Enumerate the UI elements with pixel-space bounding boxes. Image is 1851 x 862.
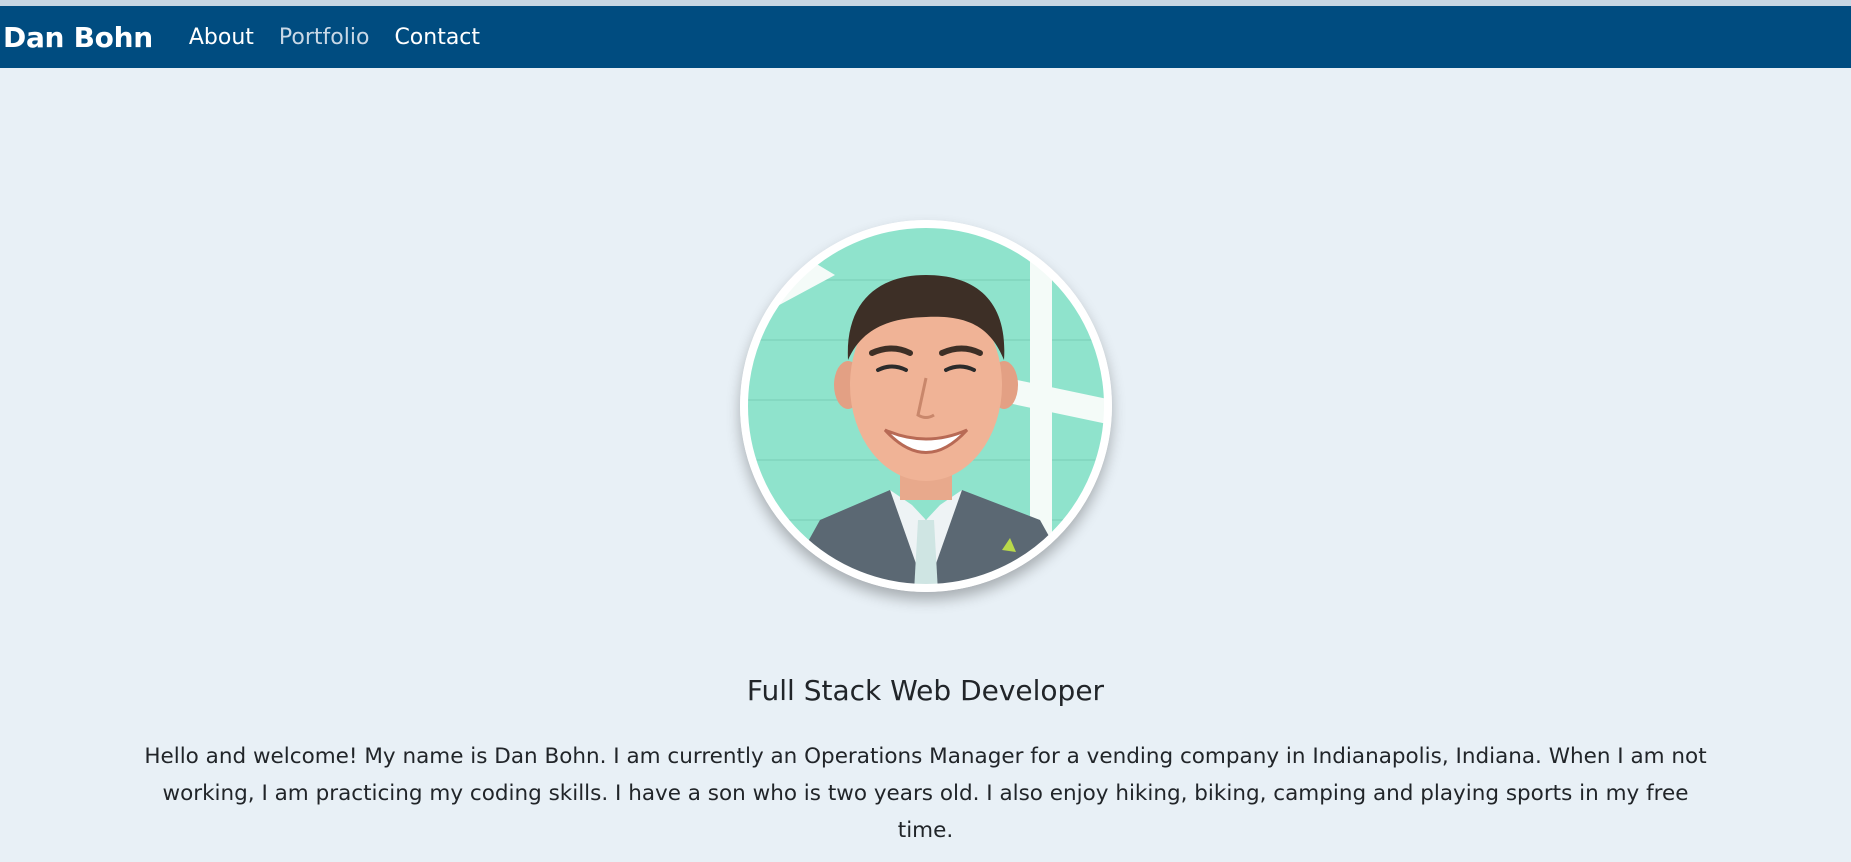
- nav-link-portfolio[interactable]: Portfolio: [279, 25, 370, 50]
- nav-link-contact[interactable]: Contact: [394, 25, 480, 50]
- profile-photo: [740, 220, 1112, 592]
- nav-link-about[interactable]: About: [189, 25, 254, 50]
- hero-title: Full Stack Web Developer: [746, 674, 1105, 707]
- hero-section: Full Stack Web Developer Hello and welco…: [0, 68, 1851, 862]
- brand-link[interactable]: Dan Bohn: [3, 21, 153, 54]
- profile-photo-illustration: [740, 220, 1112, 592]
- hero-bio: Hello and welcome! My name is Dan Bohn. …: [144, 744, 1707, 843]
- navbar: Dan Bohn About Portfolio Contact: [0, 6, 1851, 68]
